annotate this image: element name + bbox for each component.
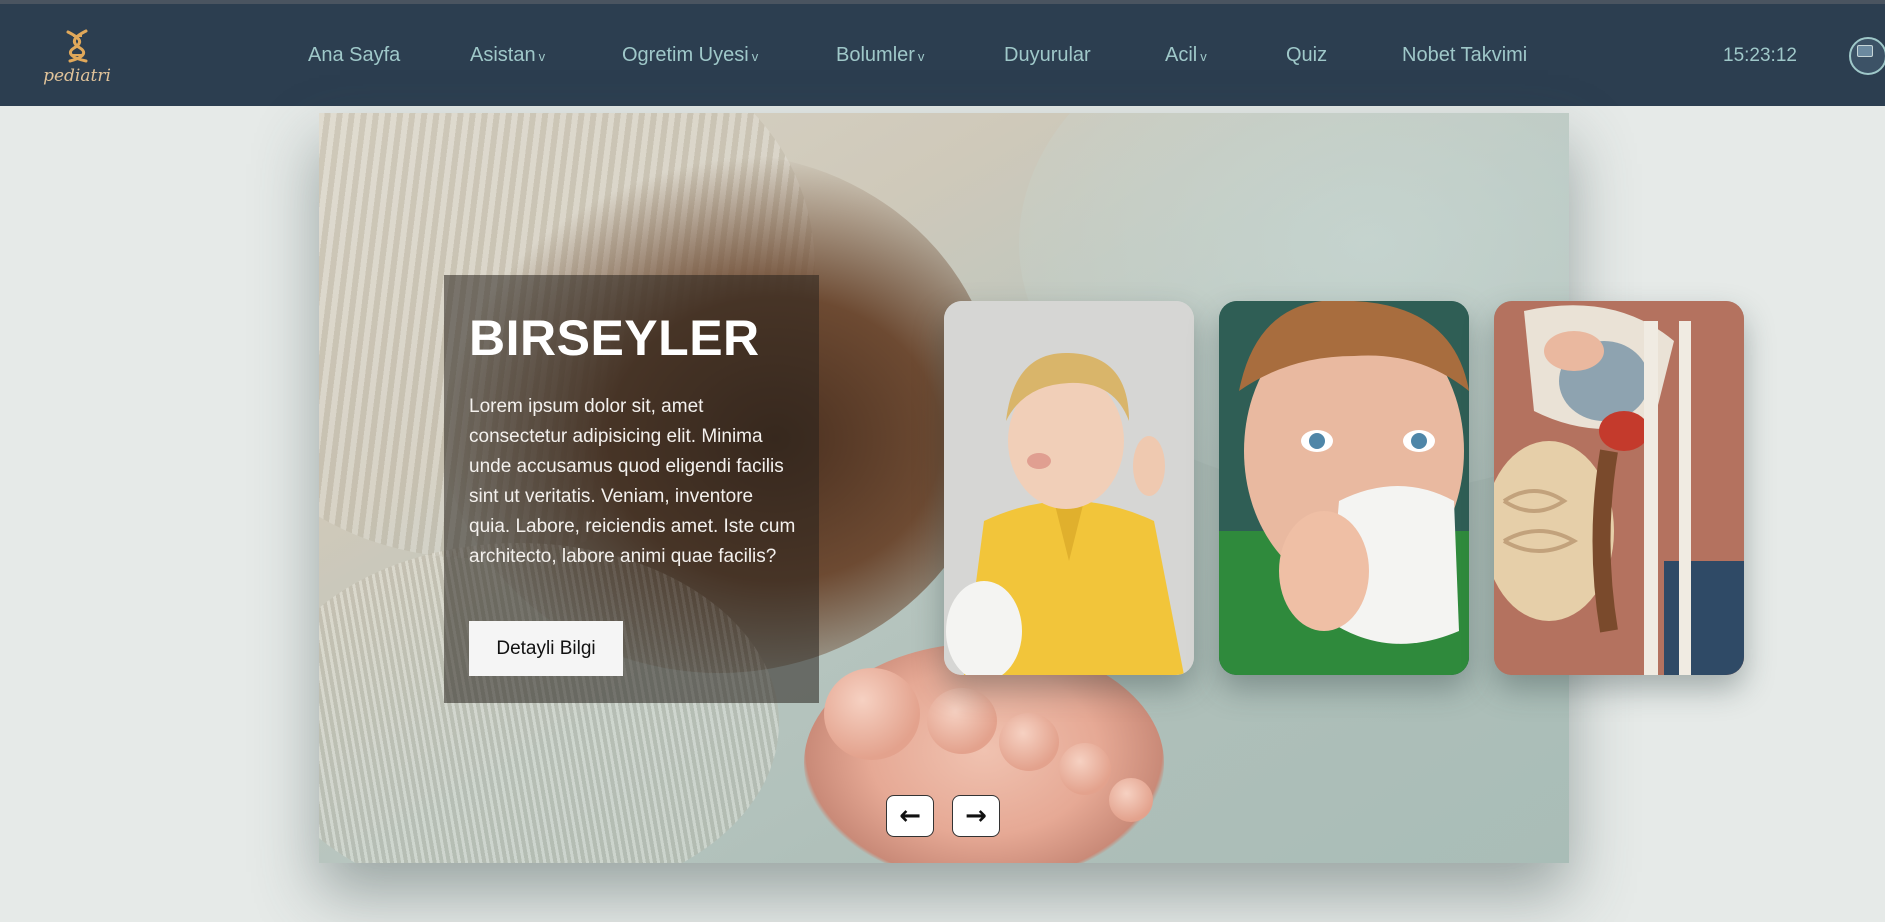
- thumbnail-card-2[interactable]: [1219, 301, 1469, 675]
- next-slide-button[interactable]: →: [952, 795, 1000, 837]
- main-nav: Ana Sayfa Asistan v Ogretim Uyesi v Boluml…: [0, 4, 1885, 106]
- chevron-down-icon: v: [917, 49, 925, 64]
- nav-item-nobet-takvimi[interactable]: Nobet Takvimi: [1402, 44, 1527, 67]
- arrow-right-icon: →: [965, 801, 987, 831]
- nav-item-ogretim-uyesi[interactable]: Ogretim Uyesi v: [622, 44, 758, 67]
- thumbnail-card-1[interactable]: [944, 301, 1194, 675]
- slide-caption: BIRSEYLER Lorem ipsum dolor sit, amet co…: [444, 275, 819, 703]
- clock: 15:23:12: [1723, 45, 1797, 66]
- slide-description: Lorem ipsum dolor sit, amet consectetur …: [469, 396, 796, 567]
- navbar: pediatri Ana Sayfa Asistan v Ogretim Uyes…: [0, 4, 1885, 106]
- arrow-left-icon: ←: [899, 801, 921, 831]
- nav-item-ana-sayfa[interactable]: Ana Sayfa: [308, 44, 400, 67]
- chevron-down-icon: v: [538, 49, 546, 64]
- anatomy-model-image: [1494, 301, 1744, 675]
- prev-slide-button[interactable]: ←: [886, 795, 934, 837]
- slide-title: BIRSEYLER: [469, 310, 760, 366]
- thumbnail-card-3[interactable]: [1494, 301, 1744, 675]
- details-button[interactable]: Detayli Bilgi: [469, 621, 623, 676]
- chevron-down-icon: v: [751, 49, 759, 64]
- nav-item-quiz[interactable]: Quiz: [1286, 44, 1327, 67]
- nav-item-asistan[interactable]: Asistan v: [470, 44, 545, 67]
- nav-item-acil[interactable]: Acil v: [1165, 44, 1207, 67]
- nav-item-duyurular[interactable]: Duyurular: [1004, 44, 1091, 67]
- child-blue-eyes-image: [1219, 301, 1469, 675]
- child-yellow-shirt-image: [944, 301, 1194, 675]
- chevron-down-icon: v: [1200, 49, 1207, 64]
- nav-item-bolumler[interactable]: Bolumler v: [836, 44, 924, 67]
- avatar[interactable]: [1849, 37, 1885, 75]
